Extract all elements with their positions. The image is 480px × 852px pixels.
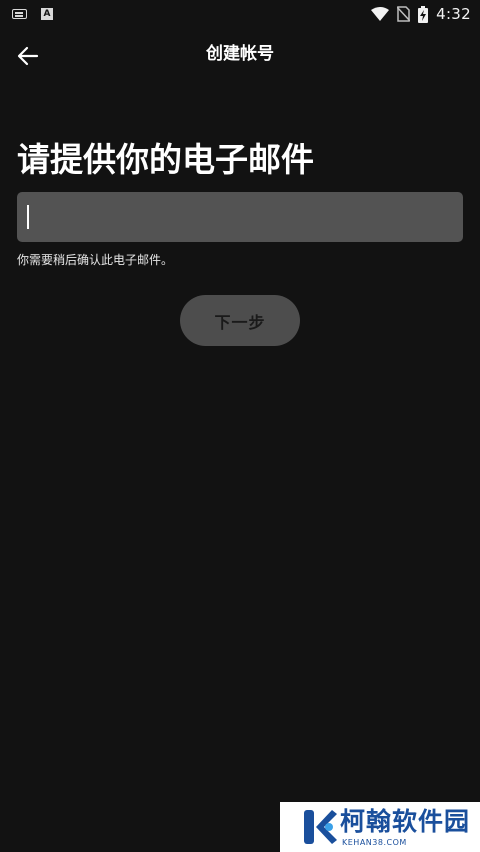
status-time: 4:32 (436, 5, 471, 23)
keyboard-icon (12, 9, 27, 19)
watermark-url: KEHAN38.COM (342, 838, 407, 847)
wifi-icon (371, 7, 390, 21)
battery-charging-icon (418, 5, 429, 23)
k-logo-icon (304, 810, 337, 844)
email-heading: 请提供你的电子邮件 (17, 140, 314, 179)
text-cursor (27, 205, 29, 229)
next-button[interactable]: 下一步 (180, 295, 300, 346)
a-letter-icon: A (41, 8, 53, 20)
app-bar: 创建帐号 (0, 28, 480, 84)
watermark-name: 柯翰软件园 (340, 807, 471, 836)
page-title: 创建帐号 (206, 44, 274, 64)
status-bar-left: A (12, 6, 53, 22)
no-sim-icon (397, 6, 411, 22)
status-bar-right: 4:32 (371, 4, 471, 24)
email-input[interactable] (17, 192, 463, 242)
email-hint: 你需要稍后确认此电子邮件。 (17, 253, 174, 267)
watermark: 柯翰软件园 KEHAN38.COM (280, 802, 480, 852)
status-bar: A 4:32 (0, 0, 480, 28)
